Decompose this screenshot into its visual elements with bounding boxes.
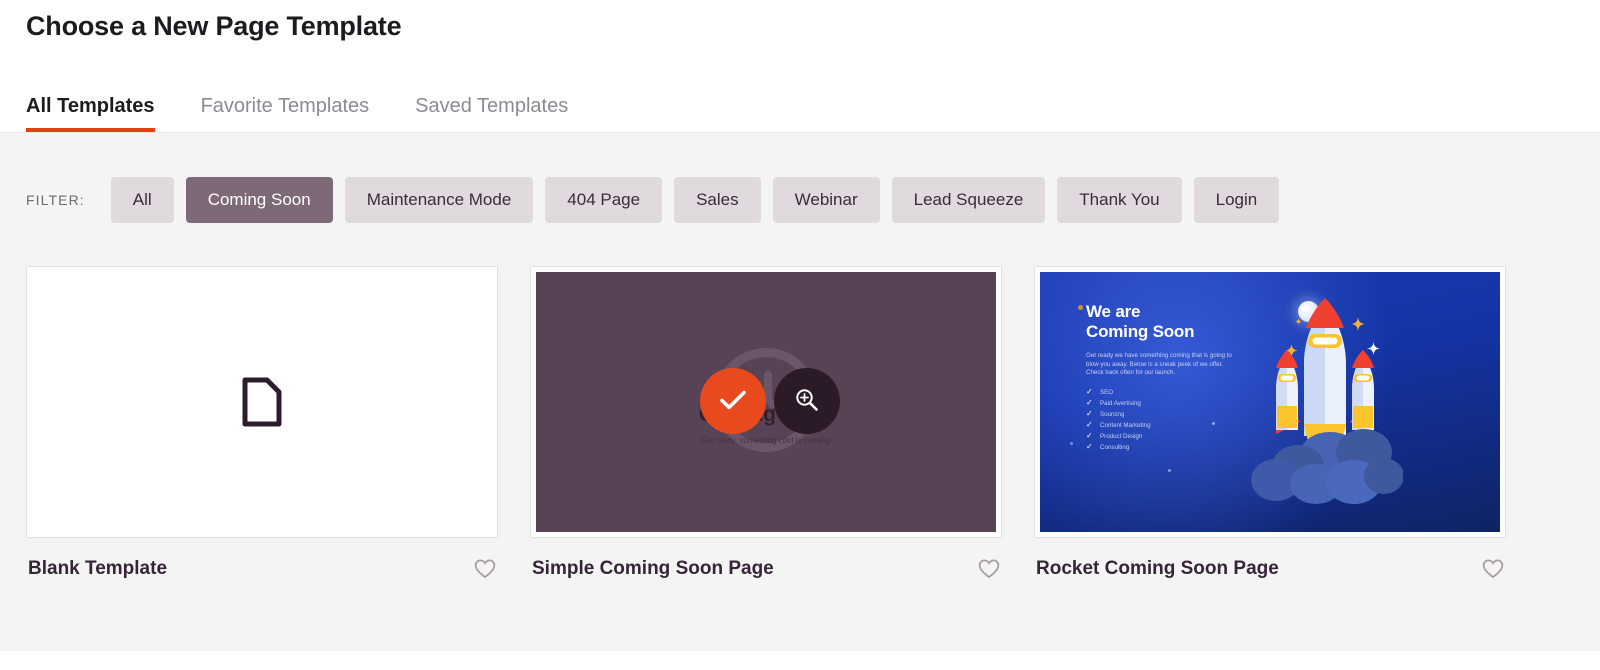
preview-subheading: Get ready, something cool is coming! xyxy=(700,436,831,445)
templates-content: FILTER: All Coming Soon Maintenance Mode… xyxy=(0,132,1600,651)
coming-soon-preview: Coming Soon Get ready, something cool is… xyxy=(536,272,996,532)
tab-label: Saved Templates xyxy=(415,95,568,117)
list-item: ✓ SEO xyxy=(1086,387,1286,398)
template-thumbnail[interactable] xyxy=(26,266,498,538)
template-title: Simple Coming Soon Page xyxy=(532,558,774,580)
tab-label: All Templates xyxy=(26,95,155,117)
list-item-label: Sourcing xyxy=(1100,409,1124,420)
list-item: ✓ Content Marketing xyxy=(1086,420,1286,431)
document-icon xyxy=(242,377,282,427)
list-item-label: Paid Avertising xyxy=(1100,398,1141,409)
tab-all-templates[interactable]: All Templates xyxy=(26,94,155,132)
preview-text-block: We are Coming Soon Get ready we have som… xyxy=(1086,302,1286,453)
template-card-blank: Blank Template xyxy=(26,266,498,580)
check-icon: ✓ xyxy=(1086,443,1094,451)
filter-chip-sales[interactable]: Sales xyxy=(674,177,761,223)
list-item-label: Product Design xyxy=(1100,431,1142,442)
list-item: ✓ Paid Avertising xyxy=(1086,398,1286,409)
template-grid: Blank Template Coming Soon Get ready, so… xyxy=(26,266,1574,580)
page-header: Choose a New Page Template All Templates… xyxy=(0,0,1600,132)
filter-bar: FILTER: All Coming Soon Maintenance Mode… xyxy=(26,133,1574,266)
tab-saved-templates[interactable]: Saved Templates xyxy=(415,94,568,132)
preview-heading-line-2: Coming Soon xyxy=(1086,322,1286,342)
check-icon: ✓ xyxy=(1086,432,1094,440)
preview-checklist: ✓ SEO ✓ Paid Avertising ✓ Sourcing xyxy=(1086,387,1286,453)
select-template-button[interactable] xyxy=(700,368,766,434)
heart-outline-icon[interactable] xyxy=(474,559,496,579)
template-card-footer: Simple Coming Soon Page xyxy=(530,538,1002,580)
check-icon: ✓ xyxy=(1086,421,1094,429)
template-tabs: All Templates Favorite Templates Saved T… xyxy=(26,64,1600,132)
filter-chip-thank-you[interactable]: Thank You xyxy=(1057,177,1181,223)
template-title: Rocket Coming Soon Page xyxy=(1036,558,1279,580)
filter-chip-webinar[interactable]: Webinar xyxy=(773,177,880,223)
template-title: Blank Template xyxy=(28,558,167,580)
template-card-simple-coming-soon: Coming Soon Get ready, something cool is… xyxy=(530,266,1002,580)
filter-chip-maintenance-mode[interactable]: Maintenance Mode xyxy=(345,177,534,223)
list-item-label: SEO xyxy=(1100,387,1113,398)
template-card-footer: Rocket Coming Soon Page xyxy=(1034,538,1506,580)
tab-favorite-templates[interactable]: Favorite Templates xyxy=(201,94,370,132)
star-dot-icon xyxy=(1070,442,1073,445)
filter-chip-all[interactable]: All xyxy=(111,177,174,223)
list-item: ✓ Product Design xyxy=(1086,431,1286,442)
list-item: ✓ Sourcing xyxy=(1086,409,1286,420)
magnifier-plus-icon xyxy=(794,387,820,416)
thumbnail-hover-overlay xyxy=(700,368,840,434)
filter-chip-lead-squeeze[interactable]: Lead Squeeze xyxy=(892,177,1046,223)
check-icon: ✓ xyxy=(1086,388,1094,396)
template-thumbnail[interactable]: We are Coming Soon Get ready we have som… xyxy=(1034,266,1506,538)
star-dot-icon xyxy=(1168,469,1171,472)
check-icon: ✓ xyxy=(1086,399,1094,407)
heart-outline-icon[interactable] xyxy=(978,559,1000,579)
filter-chip-coming-soon[interactable]: Coming Soon xyxy=(186,177,333,223)
list-item-label: Consulting xyxy=(1100,442,1129,453)
template-card-rocket-coming-soon: We are Coming Soon Get ready we have som… xyxy=(1034,266,1506,580)
page-title: Choose a New Page Template xyxy=(26,0,1600,46)
template-card-footer: Blank Template xyxy=(26,538,498,580)
template-thumbnail[interactable]: Coming Soon Get ready, something cool is… xyxy=(530,266,1002,538)
tab-label: Favorite Templates xyxy=(201,95,370,117)
rocket-coming-soon-preview: We are Coming Soon Get ready we have som… xyxy=(1040,272,1500,532)
preview-template-button[interactable] xyxy=(774,368,840,434)
preview-heading-line-1: We are xyxy=(1086,302,1286,322)
star-dot-icon xyxy=(1078,305,1083,310)
check-icon: ✓ xyxy=(1086,410,1094,418)
filter-chip-404-page[interactable]: 404 Page xyxy=(545,177,662,223)
heart-outline-icon[interactable] xyxy=(1482,559,1504,579)
check-icon xyxy=(718,388,748,415)
filter-label: FILTER: xyxy=(26,192,85,208)
preview-body-text: Get ready we have something coming that … xyxy=(1086,352,1236,378)
filter-chip-login[interactable]: Login xyxy=(1194,177,1280,223)
list-item: ✓ Consulting xyxy=(1086,442,1286,453)
list-item-label: Content Marketing xyxy=(1100,420,1151,431)
